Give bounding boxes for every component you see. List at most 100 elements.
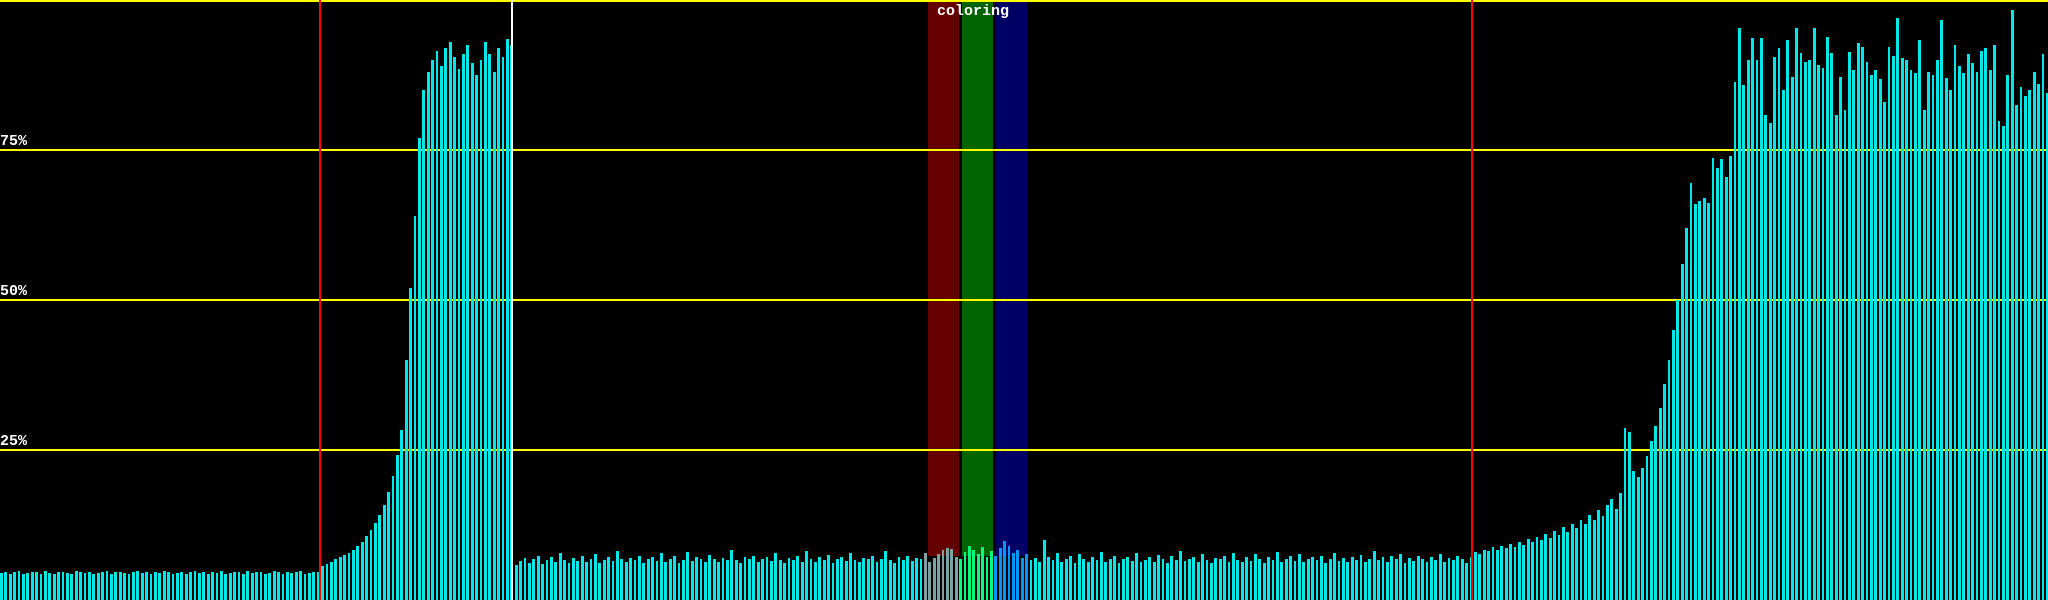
histogram-bar: [290, 573, 294, 600]
histogram-bar: [1394, 559, 1398, 600]
histogram-bar: [541, 564, 544, 600]
histogram-bar: [1865, 61, 1869, 600]
histogram-bar: [2002, 126, 2005, 600]
histogram-bar: [1478, 554, 1482, 600]
histogram-bar: [1874, 70, 1878, 600]
histogram-bar: [1751, 38, 1754, 600]
histogram-bar: [1346, 561, 1350, 600]
histogram-bar: [1218, 559, 1222, 600]
histogram-bar: [884, 550, 888, 600]
histogram-bar: [1139, 562, 1143, 600]
histogram-bar: [897, 557, 901, 600]
histogram-bar: [1487, 551, 1490, 600]
histogram-bar: [1980, 51, 1983, 600]
histogram-bar: [1746, 60, 1750, 600]
histogram-bar: [1192, 556, 1196, 600]
histogram-bar: [1236, 559, 1240, 600]
histogram-bar: [1214, 558, 1218, 600]
histogram-bar: [1262, 562, 1266, 600]
histogram-bar: [1377, 560, 1380, 600]
histogram-chart: 75% 50% 25% coloring: [0, 0, 2048, 600]
histogram-bar: [233, 571, 236, 600]
histogram-bar: [1513, 546, 1517, 600]
histogram-bar: [1091, 557, 1094, 600]
histogram-bar: [101, 572, 104, 600]
histogram-bar: [1636, 477, 1640, 600]
histogram-bar: [831, 562, 835, 600]
histogram-bar: [1966, 54, 1970, 600]
histogram-bar: [1078, 554, 1081, 600]
histogram-bar: [422, 90, 426, 600]
histogram-bar: [743, 556, 747, 600]
histogram-bar: [1056, 553, 1059, 600]
green-band: [962, 2, 993, 556]
histogram-bar: [1672, 330, 1675, 600]
histogram-bar: [712, 558, 716, 600]
histogram-bar: [849, 552, 852, 600]
histogram-bar: [281, 573, 285, 600]
histogram-bar: [224, 574, 228, 600]
histogram-bar: [387, 492, 390, 600]
histogram-bar: [937, 554, 940, 600]
histogram-bar: [1390, 556, 1394, 600]
histogram-bar: [1302, 562, 1306, 600]
histogram-bar: [1575, 528, 1578, 600]
histogram-bar: [1174, 559, 1178, 600]
gridline-25: [0, 449, 2048, 451]
histogram-bar: [721, 558, 725, 600]
histogram-bar: [1773, 57, 1776, 600]
red-band: [928, 2, 959, 556]
histogram-bar: [39, 573, 43, 600]
histogram-bar: [1720, 159, 1724, 600]
histogram-bar: [616, 550, 619, 600]
histogram-bar: [1650, 441, 1653, 600]
histogram-bar: [695, 557, 698, 600]
histogram-bar: [1306, 558, 1310, 600]
histogram-bar: [519, 561, 522, 600]
histogram-bar: [1095, 560, 1099, 600]
histogram-bar: [668, 558, 672, 600]
histogram-bar: [1830, 53, 1834, 600]
histogram-bar: [488, 54, 492, 600]
histogram-bar: [809, 559, 813, 600]
red-marker-right: [1471, 0, 1473, 600]
histogram-bar: [708, 555, 712, 600]
histogram-bar: [580, 556, 584, 600]
histogram-bar: [1254, 554, 1257, 600]
histogram-bar: [1038, 562, 1042, 600]
histogram-bar: [1223, 555, 1226, 600]
histogram-bar: [1201, 553, 1204, 600]
histogram-bar: [1496, 550, 1499, 600]
histogram-bar: [1738, 28, 1741, 600]
histogram-bar: [1579, 519, 1583, 600]
histogram-bar: [550, 556, 553, 600]
histogram-bar: [1839, 76, 1842, 600]
histogram-bar: [1931, 75, 1935, 600]
histogram-bar: [171, 573, 175, 600]
y-axis-label-25: 25%: [0, 433, 28, 450]
histogram-bar: [2015, 105, 2018, 600]
histogram-bar: [1438, 553, 1442, 600]
histogram-bar: [1526, 539, 1530, 600]
histogram-bar: [193, 571, 197, 600]
histogram-bar: [1777, 48, 1781, 600]
histogram-bar: [237, 572, 241, 600]
histogram-bar: [110, 573, 113, 600]
histogram-bar: [822, 560, 826, 600]
histogram-bar: [145, 572, 148, 600]
histogram-bar: [0, 573, 3, 600]
histogram-bar: [1161, 558, 1165, 600]
histogram-bar: [1962, 73, 1966, 600]
histogram-bar: [497, 48, 500, 600]
histogram-bar: [501, 57, 505, 600]
histogram-bar: [528, 562, 531, 600]
histogram-bar: [1975, 72, 1979, 600]
histogram-bar: [4, 571, 8, 600]
histogram-bar: [70, 573, 74, 600]
histogram-bar: [1716, 168, 1719, 600]
histogram-bar: [1724, 177, 1728, 600]
histogram-bar: [1148, 557, 1152, 600]
histogram-bar: [1456, 556, 1460, 600]
histogram-bar: [1535, 537, 1539, 600]
histogram-bar: [796, 556, 800, 600]
